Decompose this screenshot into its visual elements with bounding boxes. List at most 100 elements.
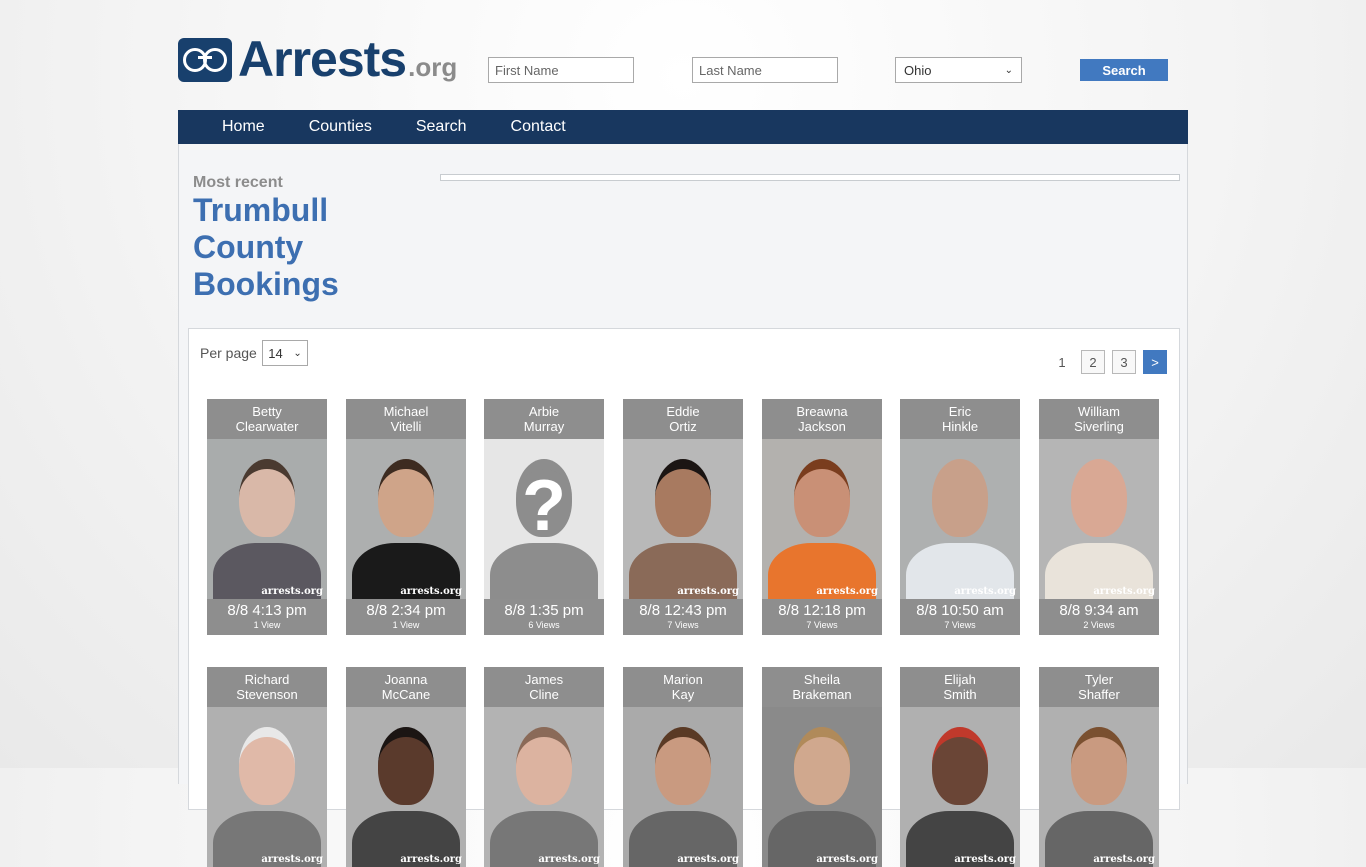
mugshot-photo[interactable]: arrests.org [207,439,327,599]
first-name-input[interactable] [488,57,634,83]
booking-card[interactable]: Eddie Ortiz arrests.org 8/8 12:43 pm 7 Views [623,399,743,635]
booking-card[interactable]: Michael Vitelli arrests.org 8/8 2:34 pm 1 Vi… [346,399,466,635]
booking-card[interactable]: Betty Clearwater arrests.org 8/8 4:13 pm 1 V… [207,399,327,635]
last-name: Vitelli [390,419,422,434]
booking-time: 8/8 10:50 am [916,602,1004,619]
booking-card[interactable]: Marion Kay arrests.org [623,667,743,867]
last-name: Brakeman [792,687,852,702]
nav-home[interactable]: Home [222,118,265,136]
page-current: 1 [1058,354,1066,370]
chevron-down-icon: ⌄ [1004,64,1013,76]
site-logo[interactable]: Arrests .org [178,31,457,87]
mugshot-photo[interactable]: ? [484,439,604,599]
logo-text: Arrests [238,31,407,87]
first-name: Eric [948,404,972,419]
booking-card[interactable]: Eric Hinkle arrests.org 8/8 10:50 am 7 Views [900,399,1020,635]
page-title: Trumbull County Bookings [193,192,339,302]
mugshot-photo[interactable]: arrests.org [1039,707,1159,867]
watermark: arrests.org [538,854,600,865]
nav-counties[interactable]: Counties [309,118,372,136]
booking-name[interactable]: Joanna McCane [346,667,466,707]
booking-name[interactable]: William Siverling [1039,399,1159,439]
nav-search[interactable]: Search [416,118,467,136]
chevron-down-icon: ⌄ [293,347,302,359]
next-page-button[interactable]: > [1143,350,1167,374]
first-name: Breawna [796,404,848,419]
booking-card[interactable]: Breawna Jackson arrests.org 8/8 12:18 pm 7 V… [762,399,882,635]
booking-name[interactable]: Sheila Brakeman [762,667,882,707]
pagination: 1 2 3 > [1043,350,1167,374]
booking-name[interactable]: Eddie Ortiz [623,399,743,439]
booking-name[interactable]: Arbie Murray [484,399,604,439]
watermark: arrests.org [1093,854,1155,865]
mugshot-photo[interactable]: arrests.org [207,707,327,867]
booking-time: 8/8 1:35 pm [504,602,584,619]
first-name: Betty [252,404,282,419]
mugshot-photo[interactable]: arrests.org [762,439,882,599]
booking-name[interactable]: James Cline [484,667,604,707]
booking-name[interactable]: Tyler Shaffer [1039,667,1159,707]
booking-card[interactable]: Elijah Smith arrests.org [900,667,1020,867]
booking-name[interactable]: Richard Stevenson [207,667,327,707]
view-count: 7 Views [944,620,976,630]
nav-contact[interactable]: Contact [511,118,566,136]
main-nav: Home Counties Search Contact [178,110,1188,144]
last-name-input[interactable] [692,57,838,83]
booking-name[interactable]: Michael Vitelli [346,399,466,439]
booking-card[interactable]: William Siverling arrests.org 8/8 9:34 am 2 … [1039,399,1159,635]
question-mark-icon: ? [522,466,566,546]
page-2-button[interactable]: 2 [1081,350,1105,374]
view-count: 1 View [253,620,281,630]
booking-name[interactable]: Marion Kay [623,667,743,707]
first-name: Elijah [944,672,976,687]
state-select[interactable]: Ohio ⌄ [895,57,1022,83]
view-count: 7 Views [806,620,838,630]
last-name: Siverling [1074,419,1124,434]
handcuffs-icon [178,38,232,82]
view-count: 2 Views [1083,620,1115,630]
mugshot-photo[interactable]: arrests.org [623,707,743,867]
booking-time: 8/8 9:34 am [1059,602,1139,619]
last-name: Clearwater [235,419,299,434]
booking-card[interactable]: Tyler Shaffer arrests.org [1039,667,1159,867]
booking-time: 8/8 12:43 pm [639,602,727,619]
page-3-button[interactable]: 3 [1112,350,1136,374]
booking-card[interactable]: Arbie Murray? 8/8 1:35 pm 6 Views [484,399,604,635]
ad-bar [440,174,1180,181]
booking-name[interactable]: Elijah Smith [900,667,1020,707]
first-name: Sheila [803,672,841,687]
booking-card[interactable]: Joanna McCane arrests.org [346,667,466,867]
mugshot-photo[interactable]: arrests.org [1039,439,1159,599]
watermark: arrests.org [261,586,323,597]
search-button[interactable]: Search [1080,59,1168,81]
last-name: McCane [381,687,431,702]
last-name: Hinkle [941,419,979,434]
watermark: arrests.org [400,586,462,597]
booking-name[interactable]: Betty Clearwater [207,399,327,439]
mugshot-photo[interactable]: arrests.org [762,707,882,867]
per-page-value: 14 [268,345,283,361]
mugshot-photo[interactable]: arrests.org [346,707,466,867]
view-count: 1 View [392,620,420,630]
first-name: Michael [383,404,429,419]
mugshot-photo[interactable]: arrests.org [623,439,743,599]
booking-name[interactable]: Breawna Jackson [762,399,882,439]
booking-card[interactable]: Sheila Brakeman arrests.org [762,667,882,867]
mugshot-photo[interactable]: arrests.org [346,439,466,599]
first-name: Marion [663,672,703,687]
booking-time: 8/8 12:18 pm [778,602,866,619]
watermark: arrests.org [677,854,739,865]
per-page-select[interactable]: 14 ⌄ [262,340,308,366]
booking-time: 8/8 2:34 pm [366,602,446,619]
mugshot-photo[interactable]: arrests.org [900,707,1020,867]
booking-card[interactable]: Richard Stevenson arrests.org [207,667,327,867]
mugshot-photo[interactable]: arrests.org [484,707,604,867]
per-page-label: Per page [200,345,257,361]
bookings-listing: Per page 14 ⌄ 1 2 3 > Betty Clearwater arr… [188,328,1180,867]
watermark: arrests.org [816,586,878,597]
mugshot-photo[interactable]: arrests.org [900,439,1020,599]
booking-name[interactable]: Eric Hinkle [900,399,1020,439]
first-name: Richard [244,672,290,687]
booking-time: 8/8 4:13 pm [227,602,307,619]
booking-card[interactable]: James Cline arrests.org [484,667,604,867]
